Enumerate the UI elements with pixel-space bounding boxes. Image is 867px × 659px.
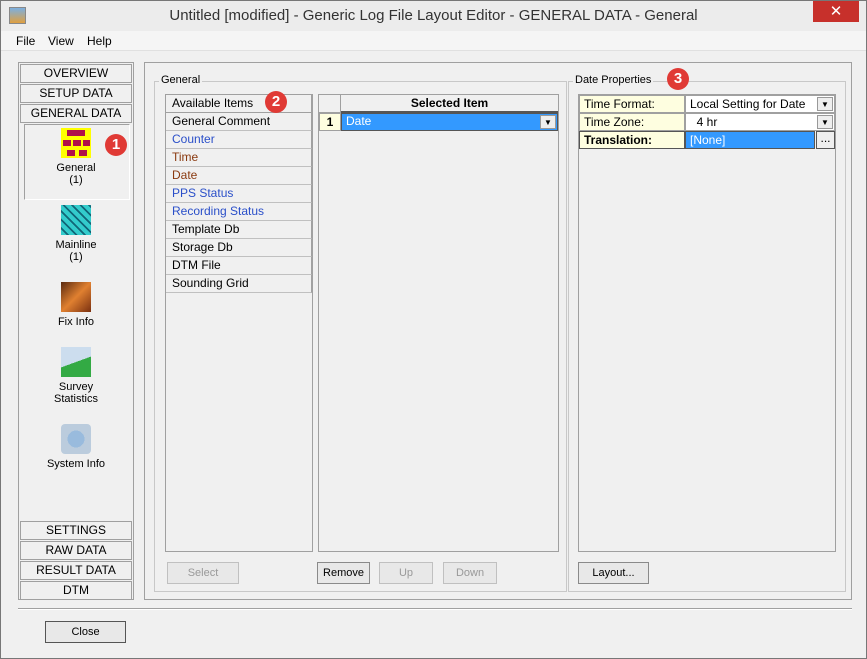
- chevron-down-icon[interactable]: ▼: [540, 115, 556, 129]
- property-label: Time Format:: [579, 95, 685, 113]
- nav-label: Mainline: [55, 239, 97, 251]
- nav-system-info[interactable]: System Info: [23, 424, 129, 470]
- available-item[interactable]: Recording Status: [166, 203, 312, 221]
- menu-file[interactable]: File: [16, 34, 35, 48]
- nav-label-line2: Statistics: [53, 393, 98, 405]
- nav-label: General: [56, 162, 96, 174]
- available-item[interactable]: Time: [166, 149, 312, 167]
- fix-info-icon: [61, 282, 91, 312]
- property-value: 4 hr: [690, 115, 718, 129]
- selected-items-grid: Selected Item 1 Date ▼: [318, 94, 559, 552]
- available-item[interactable]: Storage Db: [166, 239, 312, 257]
- nav-label: Survey: [58, 381, 94, 393]
- available-item[interactable]: Counter: [166, 131, 312, 149]
- general-flowchart-icon: [61, 128, 91, 158]
- group-legend: Date Properties: [573, 74, 654, 86]
- nav-label: System Info: [46, 458, 106, 470]
- tab-dtm[interactable]: DTM: [20, 581, 132, 600]
- group-legend: General: [159, 74, 203, 86]
- available-item[interactable]: General Comment: [166, 113, 312, 131]
- window-title: Untitled [modified] - Generic Log File L…: [169, 7, 698, 24]
- grid-corner: [319, 95, 341, 113]
- property-value: Local Setting for Date: [690, 97, 806, 111]
- menu-help[interactable]: Help: [87, 34, 112, 48]
- property-time-format: Time Format: Local Setting for Date ▼: [579, 95, 835, 113]
- nav-count: (1): [69, 251, 83, 263]
- selected-item-dropdown[interactable]: Date ▼: [341, 113, 558, 131]
- tab-setup-data[interactable]: SETUP DATA: [20, 84, 132, 103]
- property-label: Translation:: [579, 131, 685, 149]
- ellipsis-button[interactable]: ...: [816, 131, 835, 149]
- menu-view[interactable]: View: [48, 34, 74, 48]
- available-items-list[interactable]: Available Items General Comment Counter Ti…: [165, 94, 313, 552]
- available-item[interactable]: Sounding Grid: [166, 275, 312, 293]
- close-button[interactable]: Close: [45, 621, 126, 643]
- nav-survey-statistics[interactable]: Survey Statistics: [23, 347, 129, 405]
- divider: [18, 608, 852, 610]
- available-items-header: Available Items: [166, 95, 312, 113]
- nav-count: (1): [69, 174, 83, 186]
- tab-general-data[interactable]: GENERAL DATA: [20, 104, 132, 123]
- time-zone-dropdown[interactable]: 4 hr ▼: [685, 113, 835, 131]
- tab-settings[interactable]: SETTINGS: [20, 521, 132, 540]
- nav-label: Fix Info: [57, 316, 95, 328]
- up-button[interactable]: Up: [379, 562, 433, 584]
- selected-item-header: Selected Item: [341, 95, 558, 113]
- callout-badge-2: 2: [265, 91, 287, 113]
- callout-badge-1: 1: [105, 134, 127, 156]
- time-format-dropdown[interactable]: Local Setting for Date ▼: [685, 95, 835, 113]
- tab-result-data[interactable]: RESULT DATA: [20, 561, 132, 580]
- statistics-chart-icon: [61, 347, 91, 377]
- window-close-button[interactable]: ✕: [813, 1, 859, 22]
- row-number: 1: [319, 113, 341, 131]
- mainline-icon: [61, 205, 91, 235]
- chevron-down-icon[interactable]: ▼: [817, 97, 833, 111]
- remove-button[interactable]: Remove: [317, 562, 370, 584]
- available-item[interactable]: Date: [166, 167, 312, 185]
- nav-fix-info[interactable]: Fix Info: [23, 282, 129, 328]
- select-button[interactable]: Select: [167, 562, 239, 584]
- property-label: Time Zone:: [579, 113, 685, 131]
- property-time-zone: Time Zone: 4 hr ▼: [579, 113, 835, 131]
- down-button[interactable]: Down: [443, 562, 497, 584]
- nav-mainline[interactable]: Mainline (1): [23, 205, 129, 263]
- selected-item-value: Date: [346, 114, 372, 128]
- menu-bar: File View Help: [1, 31, 866, 51]
- available-item[interactable]: PPS Status: [166, 185, 312, 203]
- available-item[interactable]: DTM File: [166, 257, 312, 275]
- callout-badge-3: 3: [667, 68, 689, 90]
- chevron-down-icon[interactable]: ▼: [817, 115, 833, 129]
- layout-button[interactable]: Layout...: [578, 562, 649, 584]
- tab-raw-data[interactable]: RAW DATA: [20, 541, 132, 560]
- property-translation: Translation: [None] ...: [579, 131, 835, 149]
- title-bar: Untitled [modified] - Generic Log File L…: [1, 1, 866, 31]
- translation-field[interactable]: [None]: [685, 131, 815, 149]
- available-item[interactable]: Template Db: [166, 221, 312, 239]
- system-info-gears-icon: [61, 424, 91, 454]
- tab-overview[interactable]: OVERVIEW: [20, 64, 132, 83]
- property-grid: [578, 94, 836, 552]
